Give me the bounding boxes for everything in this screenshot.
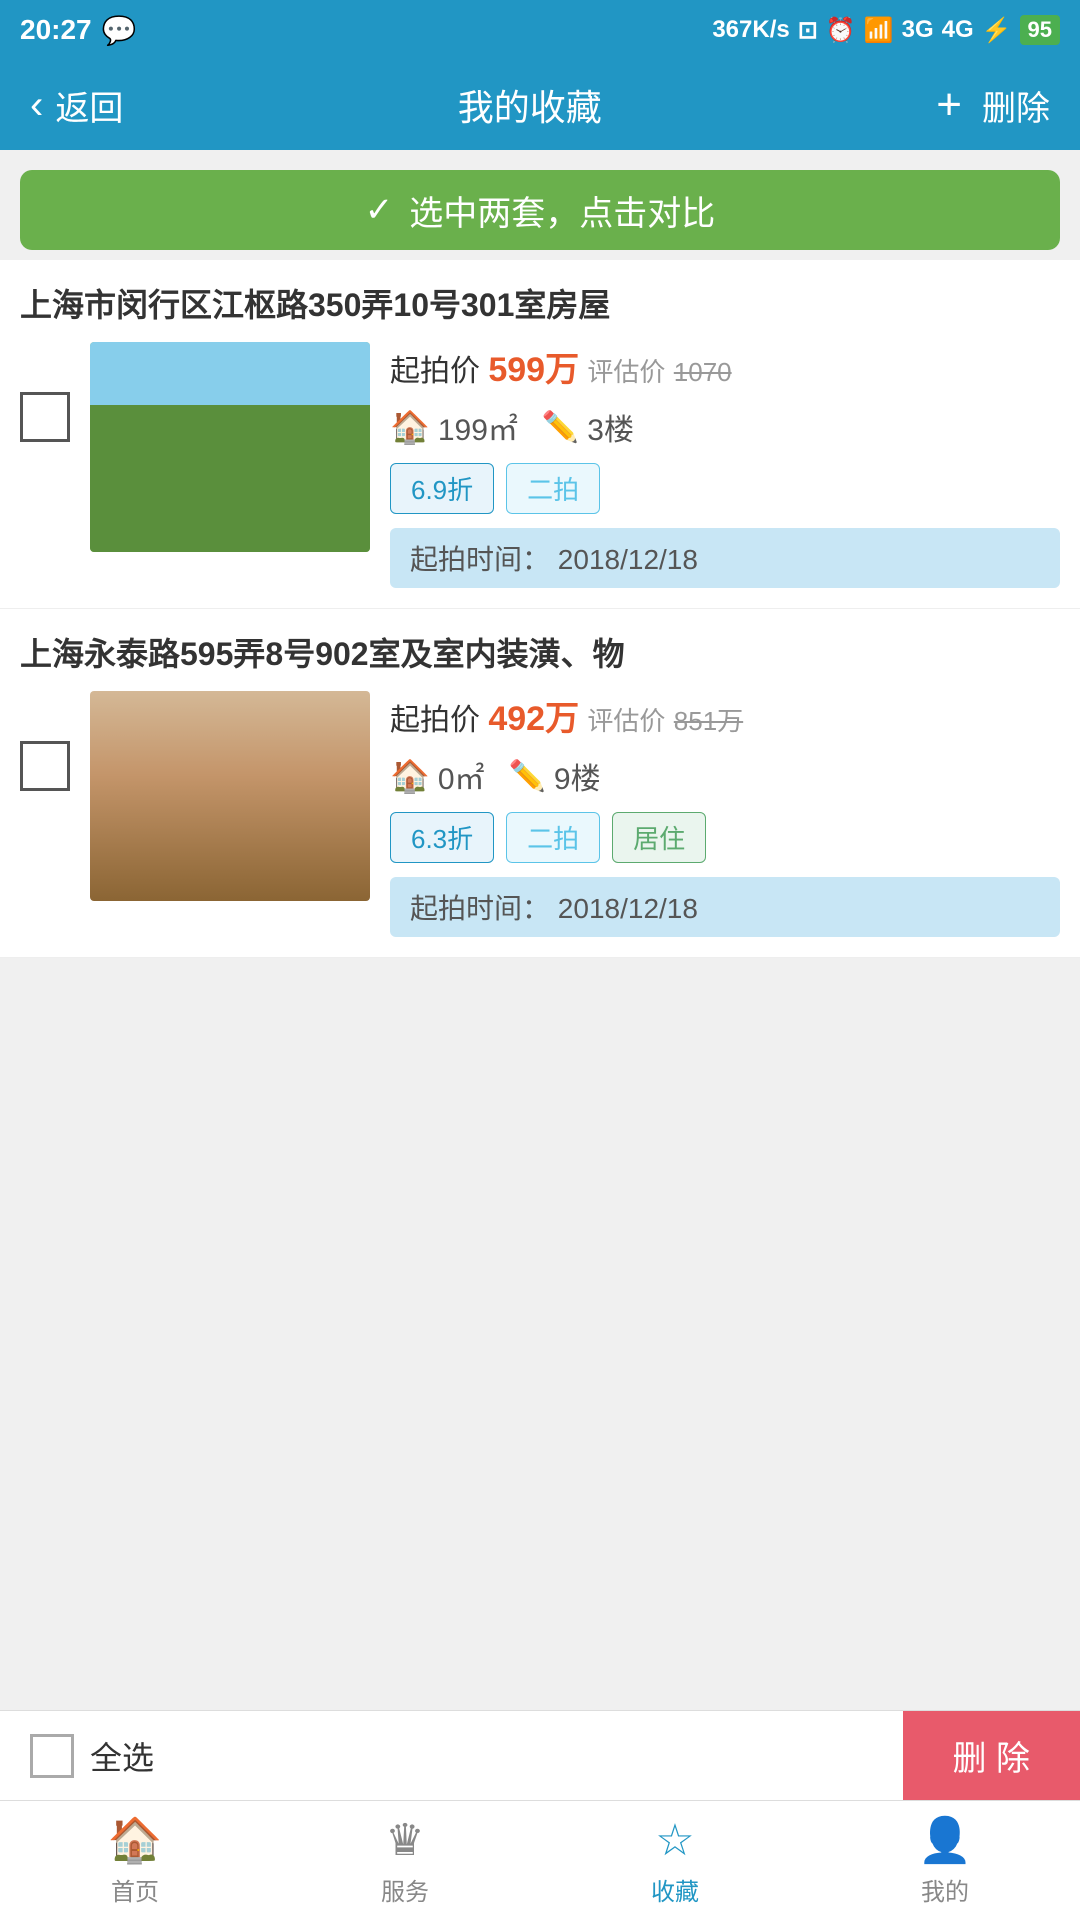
listing-info-2: 起拍价 492万 评估价 851万 🏠 0㎡ ✏️ 9楼 6. <box>390 691 1060 937</box>
service-tab-label: 服务 <box>381 1872 429 1907</box>
select-all-label: 全选 <box>90 1733 154 1779</box>
start-price-1: 599万 <box>488 351 579 389</box>
start-price-label-2: 起拍价 <box>390 704 480 737</box>
area-item-2: 🏠 0㎡ <box>390 754 485 798</box>
tag-discount-2: 6.3折 <box>390 812 494 863</box>
delete-button[interactable]: 删 除 <box>903 1711 1080 1800</box>
date-row-2: 起拍时间： 2018/12/18 <box>390 877 1060 937</box>
tag-discount-1: 6.9折 <box>390 463 494 514</box>
listings-container: 上海市闵行区江枢路350弄10号301室房屋 起拍价 599万 评估价 1070… <box>0 260 1080 958</box>
tab-bar: 🏠 首页 ♛ 服务 ☆ 收藏 👤 我的 <box>0 1800 1080 1920</box>
pencil-icon-2: ✏️ <box>509 759 546 794</box>
status-app-icon: 💬 <box>102 14 137 47</box>
status-left: 20:27 💬 <box>20 14 137 47</box>
profile-tab-icon: 👤 <box>918 1814 973 1866</box>
profile-tab-label: 我的 <box>921 1872 969 1907</box>
estimate-price-1: 1070 <box>674 357 732 387</box>
network-speed: 367K/s <box>712 16 789 44</box>
date-label-1: 起拍时间： <box>410 544 550 575</box>
compare-banner[interactable]: ✓ 选中两套，点击对比 <box>20 170 1060 250</box>
home-tab-label: 首页 <box>111 1872 159 1907</box>
status-bar: 20:27 💬 367K/s ⊡ ⏰ 📶 3G 4G ⚡ 95 <box>0 0 1080 60</box>
listing-title-1: 上海市闵行区江枢路350弄10号301室房屋 <box>20 280 1060 326</box>
estimate-label-2: 评估价 <box>587 706 665 736</box>
floor-item-2: ✏️ 9楼 <box>509 754 601 798</box>
tag-type-2: 居住 <box>612 812 706 863</box>
back-label: 返回 <box>55 81 123 130</box>
floor-item-1: ✏️ 3楼 <box>542 405 634 449</box>
tag-auction-1: 二拍 <box>506 463 600 514</box>
clock-icon: ⏰ <box>826 16 856 45</box>
tag-auction-2: 二拍 <box>506 812 600 863</box>
header-delete-button[interactable]: 删除 <box>982 81 1050 130</box>
date-row-1: 起拍时间： 2018/12/18 <box>390 528 1060 588</box>
date-label-2: 起拍时间： <box>410 893 550 924</box>
area-value-2: 0㎡ <box>438 754 485 798</box>
page-title: 我的收藏 <box>458 79 602 131</box>
listing-body-2: 起拍价 492万 评估价 851万 🏠 0㎡ ✏️ 9楼 6. <box>20 691 1060 937</box>
favorites-tab-icon: ☆ <box>655 1815 694 1866</box>
price-row-2: 起拍价 492万 评估价 851万 <box>390 691 1060 740</box>
service-tab-icon: ♛ <box>385 1815 424 1866</box>
wifi-icon: 📶 <box>864 16 894 45</box>
meta-row-2: 🏠 0㎡ ✏️ 9楼 <box>390 754 1060 798</box>
area-value-1: 199㎡ <box>438 405 518 449</box>
back-chevron-icon: ‹ <box>30 83 43 128</box>
battery-level: 95 <box>1020 15 1060 45</box>
tags-row-2: 6.3折 二拍 居住 <box>390 812 1060 863</box>
listing-item: 上海市闵行区江枢路350弄10号301室房屋 起拍价 599万 评估价 1070… <box>0 260 1080 609</box>
listing-image-2[interactable] <box>90 691 370 901</box>
estimate-price-2: 851万 <box>674 706 743 736</box>
home-tab-icon: 🏠 <box>108 1814 163 1866</box>
favorites-tab-label: 收藏 <box>651 1872 699 1907</box>
listing-title-2: 上海永泰路595弄8号902室及室内装潢、物 <box>20 629 1060 675</box>
home-icon-2: 🏠 <box>390 757 430 795</box>
tab-profile[interactable]: 👤 我的 <box>810 1801 1080 1920</box>
floor-value-1: 3楼 <box>587 405 634 449</box>
bolt-icon: ⚡ <box>982 16 1012 45</box>
start-price-2: 492万 <box>488 700 579 738</box>
select-all-checkbox[interactable] <box>30 1734 74 1778</box>
header: ‹ 返回 我的收藏 + 删除 <box>0 60 1080 150</box>
listing-image-1[interactable] <box>90 342 370 552</box>
start-price-label-1: 起拍价 <box>390 355 480 388</box>
listing-info-1: 起拍价 599万 评估价 1070 🏠 199㎡ ✏️ 3楼 <box>390 342 1060 588</box>
area-item-1: 🏠 199㎡ <box>390 405 518 449</box>
check-icon: ✓ <box>365 190 394 230</box>
back-button[interactable]: ‹ 返回 <box>30 81 123 130</box>
tags-row-1: 6.9折 二拍 <box>390 463 1060 514</box>
select-all-control[interactable]: 全选 <box>0 1733 154 1779</box>
listing-checkbox-2[interactable] <box>20 741 70 791</box>
tab-favorites[interactable]: ☆ 收藏 <box>540 1801 810 1920</box>
tab-service[interactable]: ♛ 服务 <box>270 1801 540 1920</box>
add-button[interactable]: + <box>936 80 962 130</box>
tab-home[interactable]: 🏠 首页 <box>0 1801 270 1920</box>
listing-checkbox-1[interactable] <box>20 392 70 442</box>
signal-3g-icon: 3G <box>902 16 934 44</box>
status-time: 20:27 <box>20 14 92 46</box>
home-icon-1: 🏠 <box>390 408 430 446</box>
meta-row-1: 🏠 199㎡ ✏️ 3楼 <box>390 405 1060 449</box>
floor-value-2: 9楼 <box>554 754 601 798</box>
listing-body-1: 起拍价 599万 评估价 1070 🏠 199㎡ ✏️ 3楼 <box>20 342 1060 588</box>
status-right: 367K/s ⊡ ⏰ 📶 3G 4G ⚡ 95 <box>712 15 1060 45</box>
copy-icon: ⊡ <box>798 16 818 45</box>
price-row-1: 起拍价 599万 评估价 1070 <box>390 342 1060 391</box>
compare-label: 选中两套，点击对比 <box>409 186 715 235</box>
bottom-action-bar: 全选 删 除 <box>0 1710 1080 1800</box>
listing-item-2: 上海永泰路595弄8号902室及室内装潢、物 起拍价 492万 评估价 851万… <box>0 609 1080 958</box>
header-actions: + 删除 <box>936 80 1050 130</box>
date-value-2: 2018/12/18 <box>558 893 698 924</box>
date-value-1: 2018/12/18 <box>558 544 698 575</box>
estimate-label-1: 评估价 <box>587 357 665 387</box>
pencil-icon-1: ✏️ <box>542 410 579 445</box>
empty-area <box>0 958 1080 1458</box>
signal-4g-icon: 4G <box>942 16 974 44</box>
